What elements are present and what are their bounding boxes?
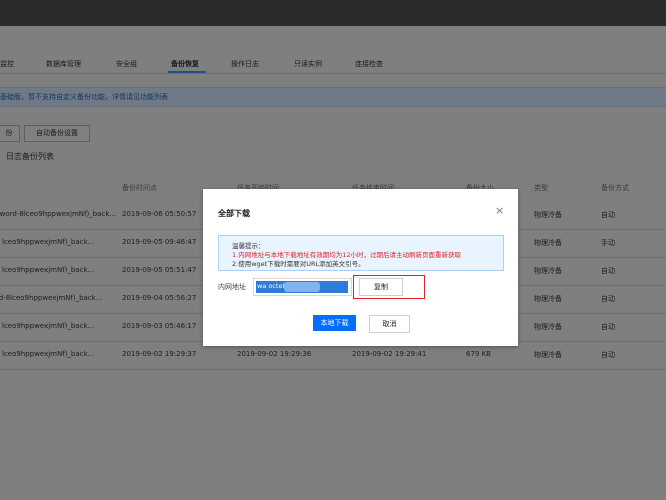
- notice-text: 基础版，暂不支持自定义备份功能，详情请见功能列表: [0, 93, 168, 101]
- tab-operation-log[interactable]: 操作日志: [231, 59, 259, 69]
- row-type: 物理冷备: [534, 295, 562, 303]
- row-filename: lceo9hppwexjmNf)_back...: [2, 266, 95, 274]
- redacted-blur: [284, 282, 320, 292]
- tab-database-management[interactable]: 数据库管理: [46, 59, 81, 69]
- row-mode: 自动: [601, 351, 615, 359]
- intranet-address-label: 内网地址: [218, 283, 246, 291]
- log-backup-list-title: 日志备份列表: [6, 152, 54, 161]
- row-backup-time: 2019-09-03 05:46:17: [122, 322, 197, 330]
- row-type: 物理冷备: [534, 239, 562, 247]
- local-download-button[interactable]: 本地下载: [313, 315, 356, 331]
- row-type: 物理冷备: [534, 267, 562, 275]
- row-backup-time: 2019-09-02 19:29:37: [122, 350, 197, 358]
- active-tab-indicator: [168, 71, 206, 73]
- th-backup-time: 备份时间点: [122, 184, 157, 192]
- close-icon[interactable]: ×: [495, 205, 504, 216]
- row-filename: lceo9hppwexjmNf)_back...: [2, 350, 95, 358]
- tab-security-group[interactable]: 安全组: [116, 59, 137, 69]
- tab-connection-check[interactable]: 连接检查: [355, 59, 383, 69]
- tab-backup-restore[interactable]: 备份恢复: [171, 59, 199, 69]
- top-bar: [0, 0, 666, 26]
- th-type: 类型: [534, 184, 548, 192]
- row-filename: sword-8lceo9hppwexjmNf)_back...: [0, 210, 117, 218]
- row-mode: 自动: [601, 211, 615, 219]
- row-type: 物理冷备: [534, 323, 562, 331]
- tip-line-2: 2.使用wget下载时需要对URL添加英文引号。: [232, 260, 365, 268]
- row-backup-time: 2019-09-04 05:56:27: [122, 294, 197, 302]
- row-task-start: 2019-09-02 19:29:36: [237, 350, 312, 358]
- highlight-annotation-box: [353, 275, 425, 299]
- app-root: ) 监控 数据库管理 安全组 备份恢复 操作日志 只读实例 连接检查 基础版，暂…: [0, 0, 666, 500]
- row-mode: 手动: [601, 239, 615, 247]
- row-filename: rd-8lceo9hppwexjmNf)_back...: [0, 294, 103, 302]
- download-all-dialog: 全部下载 × 温馨提示： 1.内网地址与本地下载地址有效期均为12小时，过期后请…: [203, 189, 518, 346]
- tip-box: 温馨提示： 1.内网地址与本地下载地址有效期均为12小时，过期后请主动刷新页面重…: [218, 235, 504, 271]
- row-filename: lceo9hppwexjmNf)_back...: [2, 322, 95, 330]
- tab-readonly-instance[interactable]: 只读实例: [294, 59, 322, 69]
- row-task-end: 2019-09-02 19:29:41: [352, 350, 427, 358]
- cancel-button[interactable]: 取消: [369, 315, 410, 333]
- row-mode: 自动: [601, 267, 615, 275]
- dialog-title: 全部下载: [218, 209, 250, 218]
- row-filename: lceo9hppwexjmNf)_back...: [2, 238, 95, 246]
- row-backup-time: 2019-09-05 09:46:47: [122, 238, 197, 246]
- row-mode: 自动: [601, 323, 615, 331]
- notice-banner: 基础版，暂不支持自定义备份功能，详情请见功能列表: [0, 87, 666, 107]
- tab-monitor[interactable]: 监控: [0, 59, 14, 69]
- intranet-address-input[interactable]: wa octet-stream: [253, 278, 352, 296]
- row-size: 679 KB: [466, 350, 491, 358]
- tab-bar: 监控 数据库管理 安全组 备份恢复 操作日志 只读实例 连接检查: [0, 57, 666, 74]
- row-backup-time: 2019-09-05 05:51:47: [122, 266, 197, 274]
- row-backup-time: 2019-09-06 05:50:57: [122, 210, 197, 218]
- row-mode: 自动: [601, 295, 615, 303]
- th-backup-mode: 备份方式: [601, 184, 629, 192]
- auto-backup-settings-button[interactable]: 自动备份设置: [24, 125, 90, 142]
- manual-backup-button[interactable]: 份: [0, 125, 20, 142]
- row-type: 物理冷备: [534, 351, 562, 359]
- row-type: 物理冷备: [534, 211, 562, 219]
